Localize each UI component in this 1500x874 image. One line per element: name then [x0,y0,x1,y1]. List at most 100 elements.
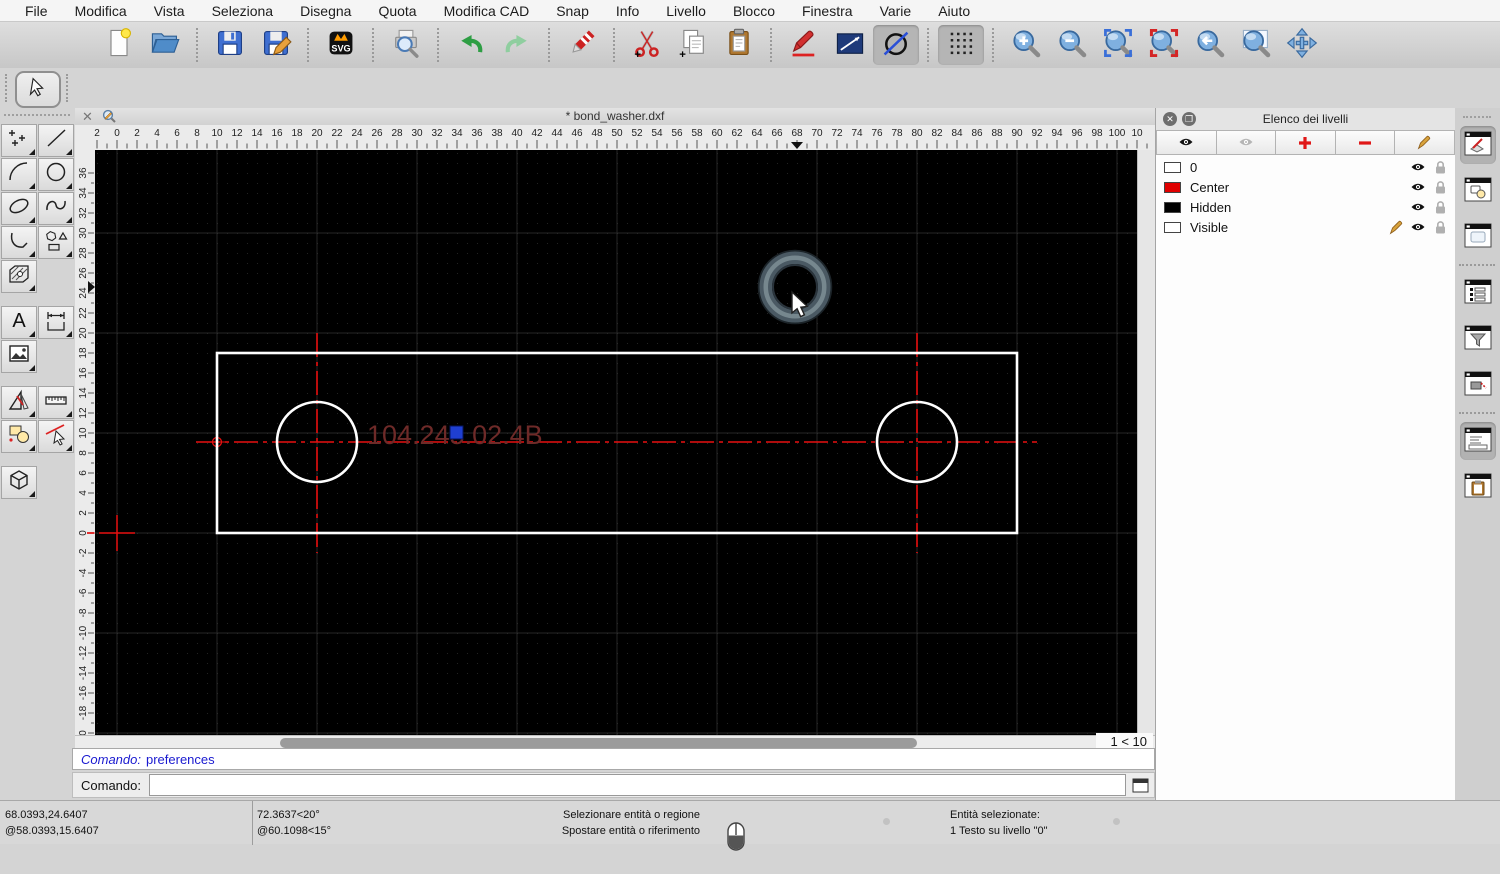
save-button[interactable] [207,25,253,65]
zoom-window-button[interactable] [1233,25,1279,65]
menu-quota[interactable]: Quota [378,3,416,19]
line-tool-button[interactable] [38,124,74,157]
vertical-scrollbar[interactable] [1137,150,1155,735]
layer-row-center[interactable]: Center [1156,177,1455,197]
text-tool-button[interactable]: A [1,306,37,339]
arc-tool-button[interactable] [1,158,37,191]
select-tool-button[interactable] [15,71,61,108]
layer-lock-icon[interactable] [1429,220,1451,235]
circle-tool-button[interactable] [38,158,74,191]
circle-line-button[interactable] [873,25,919,65]
copy-button[interactable]: + [670,25,716,65]
edit-layer-button[interactable] [1395,130,1455,155]
layer-lock-icon[interactable] [1429,180,1451,195]
image-tool-button[interactable] [1,340,37,373]
block-tool-button[interactable] [1,420,37,453]
layer-visibility-eye-icon[interactable] [1407,220,1429,234]
command-input[interactable] [148,774,1126,796]
points-tool-button[interactable] [1,124,37,157]
zoom-previous-button[interactable] [1187,25,1233,65]
grid-toggle-button[interactable] [938,25,984,65]
polar-coordinate-display: 72.3637<20° @60.1098<15° [257,809,331,837]
menu-seleziona[interactable]: Seleziona [212,3,274,19]
hatch-tool-button[interactable] [1,260,37,293]
horizontal-scrollbar-thumb[interactable] [280,738,917,748]
menu-finestra[interactable]: Finestra [802,3,853,19]
svg-export-button[interactable]: SVG [318,25,364,65]
layer-visibility-eye-icon[interactable] [1407,200,1429,214]
polygon-tool-button[interactable] [38,226,74,259]
layer-visibility-eye-icon[interactable] [1407,180,1429,194]
edit-pencil-button[interactable] [781,25,827,65]
polyline-tool-button[interactable] [1,226,37,259]
layer-color-swatch[interactable] [1164,161,1181,173]
menu-aiuto[interactable]: Aiuto [938,3,970,19]
add-layer-button[interactable] [1276,130,1336,155]
print-preview-button[interactable] [383,25,429,65]
remove-layer-button[interactable] [1335,130,1396,155]
selection-filter-window-button[interactable] [1460,320,1496,358]
zoom-auto-button[interactable] [1095,25,1141,65]
library-browser-window-button[interactable] [1460,218,1496,256]
layer-color-swatch[interactable] [1164,221,1181,233]
layer-row-visible[interactable]: Visible [1156,217,1455,237]
solid-3d-tool-button[interactable] [1,466,37,499]
command-window-toggle-button[interactable] [1130,776,1150,794]
show-all-eye-button[interactable] [1156,130,1217,155]
submenu-corner-icon [66,411,72,417]
command-line-window-button[interactable] [1460,422,1496,460]
toolbar-separator [307,28,310,62]
hide-all-eye-button[interactable] [1216,130,1277,155]
menu-varie[interactable]: Varie [880,3,912,19]
zoom-pan-button[interactable] [1279,25,1325,65]
palette-grip[interactable] [4,114,70,116]
new-file-button[interactable] [96,25,142,65]
zoom-in-button[interactable] [1003,25,1049,65]
dock-grip[interactable] [1463,116,1491,118]
menu-info[interactable]: Info [616,3,639,19]
save-as-button[interactable] [253,25,299,65]
menu-vista[interactable]: Vista [154,3,185,19]
open-file-button[interactable] [142,25,188,65]
layer-color-swatch[interactable] [1164,201,1181,213]
eye-icon [1179,138,1193,146]
menu-modifica[interactable]: Modifica [75,3,127,19]
layer-color-swatch[interactable] [1164,181,1181,193]
toolbar-grip[interactable] [66,74,68,102]
modify-tool-button[interactable] [38,420,74,453]
measure-tool-button[interactable] [38,386,74,419]
menu-livello[interactable]: Livello [666,3,706,19]
undo-button[interactable] [448,25,494,65]
construction-tool-button[interactable] [1,386,37,419]
cut-button[interactable]: + [624,25,670,65]
spline-tool-button[interactable] [38,192,74,225]
block-list-window-icon [1463,175,1493,208]
block-list-window-button[interactable] [1460,172,1496,210]
drawing-canvas[interactable]: 104.245.02.4B [95,150,1137,735]
layer-row-hidden[interactable]: Hidden [1156,197,1455,217]
toolbar-grip[interactable] [5,74,7,102]
dimension-tool-button[interactable] [38,306,74,339]
hatch-icon [7,262,31,291]
menu-file[interactable]: File [25,3,48,19]
layer-detail-window-button[interactable] [1460,274,1496,312]
command-options-window-button[interactable] [1460,366,1496,404]
menu-disegna[interactable]: Disegna [300,3,351,19]
distance-line-button[interactable] [827,25,873,65]
layer-list-window-button[interactable] [1460,126,1496,164]
layer-lock-icon[interactable] [1429,200,1451,215]
menu-modifica-cad[interactable]: Modifica CAD [444,3,530,19]
zoom-out-button[interactable] [1049,25,1095,65]
delete-button[interactable] [559,25,605,65]
ellipse-tool-button[interactable] [1,192,37,225]
menu-blocco[interactable]: Blocco [733,3,775,19]
paste-button[interactable] [716,25,762,65]
redo-button[interactable] [494,25,540,65]
layer-lock-icon[interactable] [1429,160,1451,175]
menu-snap[interactable]: Snap [556,3,589,19]
svg-text:-18: -18 [78,705,89,720]
clipboard-window-button[interactable] [1460,468,1496,506]
layer-row-0[interactable]: 0 [1156,157,1455,177]
layer-visibility-eye-icon[interactable] [1407,160,1429,174]
zoom-selection-button[interactable] [1141,25,1187,65]
